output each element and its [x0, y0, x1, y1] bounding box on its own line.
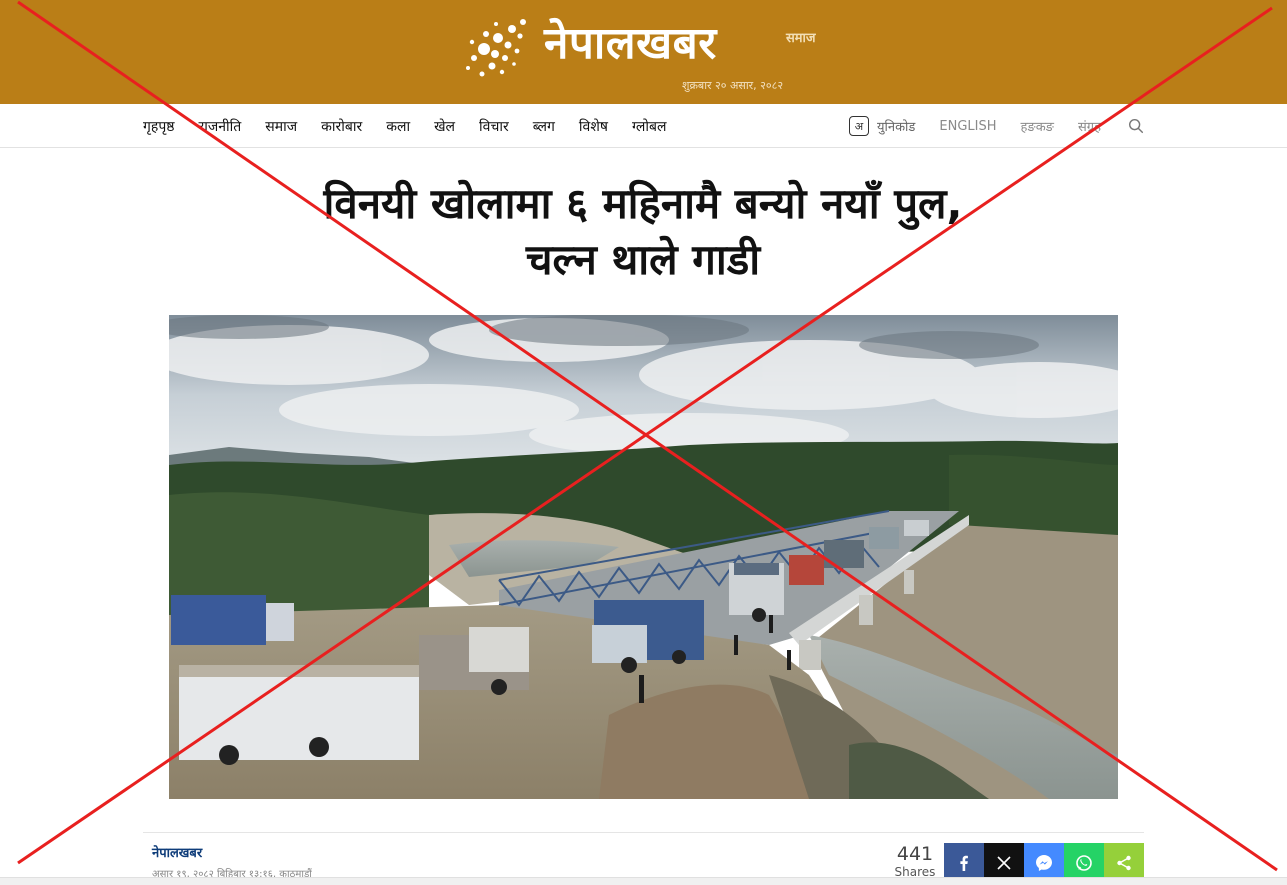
unicode-icon[interactable]: अ [848, 116, 869, 136]
share-icon [1117, 855, 1131, 871]
nav-list: गृहपृष्ठ राजनीति समाज कारोबार कला खेल वि… [143, 104, 691, 148]
share-count: 441 Shares [891, 843, 939, 879]
nav-item-global[interactable]: ग्लोबल [632, 117, 667, 136]
archive-link[interactable]: संग्रह [1078, 117, 1101, 135]
search-icon[interactable] [1127, 117, 1145, 135]
logo-wordmark: नेपालखबर [544, 18, 717, 69]
english-link[interactable]: ENGLISH [939, 119, 996, 134]
nav-item-opinion[interactable]: विचार [479, 117, 509, 136]
article-photo [169, 315, 1118, 799]
page: नेपालखबर समाज शुक्रबार २० असार, २०८२ गृह… [0, 0, 1287, 885]
site-logo[interactable]: नेपालखबर समाज शुक्रबार २० असार, २०८२ [462, 16, 842, 96]
whatsapp-icon [1076, 855, 1092, 871]
x-icon [997, 856, 1011, 870]
nav-item-art[interactable]: कला [386, 117, 410, 136]
nav-item-special[interactable]: विशेष [579, 117, 608, 136]
hongkong-link[interactable]: हङकङ [1021, 117, 1054, 135]
nav-item-sports[interactable]: खेल [434, 117, 455, 136]
masthead: नेपालखबर समाज शुक्रबार २० असार, २०८२ [0, 0, 1287, 104]
nav-item-politics[interactable]: राजनीति [199, 117, 242, 136]
article-headline: विनयी खोलामा ६ महिनामै बन्यो नयाँ पुल, च… [143, 176, 1143, 288]
author-link[interactable]: नेपालखबर [152, 843, 202, 861]
nav-item-home[interactable]: गृहपृष्ठ [143, 117, 175, 136]
main-nav: गृहपृष्ठ राजनीति समाज कारोबार कला खेल वि… [0, 104, 1287, 148]
nav-right: अ युनिकोड ENGLISH हङकङ संग्रह [848, 104, 1145, 148]
facebook-icon [960, 855, 968, 871]
nav-item-blog[interactable]: ब्लग [533, 117, 555, 136]
header-date: शुक्रबार २० असार, २०८२ [682, 79, 784, 92]
share-count-number: 441 [896, 843, 934, 865]
headline-line-2: चल्न थाले गाडी [525, 235, 761, 284]
unicode-link[interactable]: युनिकोड [877, 117, 915, 135]
horizontal-scrollbar[interactable] [0, 877, 1287, 885]
nav-item-business[interactable]: कारोबार [321, 117, 362, 136]
section-label: समाज [786, 31, 816, 46]
headline-line-1: विनयी खोलामा ६ महिनामै बन्यो नयाँ पुल, [323, 179, 963, 228]
messenger-icon [1036, 855, 1052, 871]
nav-item-society[interactable]: समाज [265, 117, 297, 136]
logo-dots-icon [466, 19, 526, 77]
